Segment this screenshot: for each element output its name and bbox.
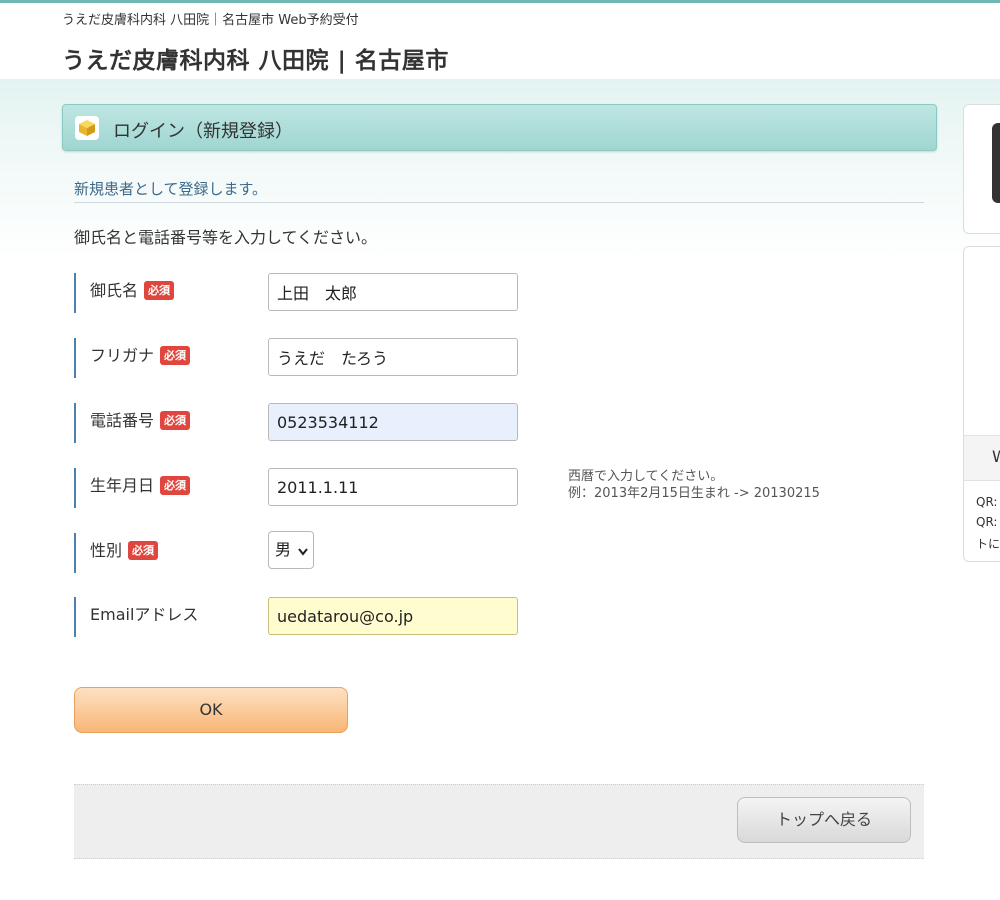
header-subtitle: うえだ皮膚科内科 八田院｜名古屋市 Web予約受付 (62, 13, 359, 28)
kana-row: フリガナ 必須 (74, 338, 534, 378)
birthdate-row: 生年月日 必須 (74, 468, 534, 508)
birthdate-label: 生年月日 必須 (74, 468, 191, 508)
gender-label: 性別 必須 (74, 533, 159, 573)
smartphone-icon (992, 123, 1000, 203)
page-title[interactable]: うえだ皮膚科内科 八田院 | 名古屋市 (62, 41, 449, 75)
footer-bar: トップへ戻る (74, 784, 924, 859)
email-input[interactable] (268, 597, 518, 635)
phone-input[interactable] (268, 403, 518, 441)
required-badge: 必須 (160, 346, 191, 365)
sidebar-text-line: QR: (976, 495, 998, 509)
kana-input[interactable] (268, 338, 518, 376)
ok-button[interactable]: OK (74, 687, 348, 733)
login-panel-header: ログイン（新規登録） (62, 104, 937, 151)
name-input[interactable] (268, 273, 518, 311)
section-title: 新規患者として登録します。 (74, 180, 268, 198)
package-icon (75, 116, 99, 140)
sidebar-text-line: トに (976, 537, 1000, 551)
intro-text: 御氏名と電話番号等を入力してください。 (74, 228, 378, 247)
gender-selected-value: 男 (275, 540, 292, 559)
birthdate-hint: 西暦で入力してください。 例：2013年2月15日生まれ -> 20130215 (568, 468, 820, 502)
phone-label: 電話番号 必須 (74, 403, 191, 443)
required-badge: 必須 (144, 281, 175, 300)
gender-row: 性別 必須 男 (74, 531, 534, 573)
birthdate-input[interactable] (268, 468, 518, 506)
sidebar-qr-card: W QR: QR: トに (963, 246, 1000, 562)
birthdate-hint-line-2: 例：2013年2月15日生まれ -> 20130215 (568, 486, 820, 501)
sidebar-phone-card[interactable] (963, 104, 1000, 234)
kana-label: フリガナ 必須 (74, 338, 191, 378)
section-divider (74, 202, 924, 203)
chevron-down-icon (297, 533, 309, 583)
birthdate-hint-line-1: 西暦で入力してください。 (568, 469, 724, 484)
sidebar-text-line: QR: (976, 515, 998, 529)
email-label: Emailアドレス (74, 597, 198, 637)
header: うえだ皮膚科内科 八田院｜名古屋市 Web予約受付 うえだ皮膚科内科 八田院 |… (0, 3, 1000, 79)
gender-select[interactable]: 男 (268, 531, 314, 569)
email-row: Emailアドレス (74, 597, 534, 637)
required-badge: 必須 (128, 541, 159, 560)
login-panel-title: ログイン（新規登録） (113, 121, 293, 142)
name-row: 御氏名 必須 (74, 273, 534, 313)
sidebar-band-text: W (992, 447, 1000, 466)
required-badge: 必須 (160, 476, 191, 495)
back-to-top-button[interactable]: トップへ戻る (737, 797, 911, 843)
required-badge: 必須 (160, 411, 191, 430)
name-label: 御氏名 必須 (74, 273, 175, 313)
phone-row: 電話番号 必須 (74, 403, 534, 443)
